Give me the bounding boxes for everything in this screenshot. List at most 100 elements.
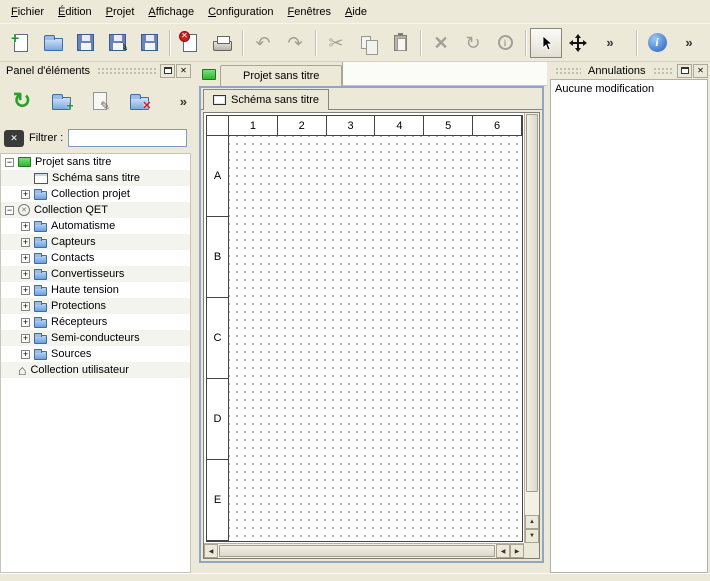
folder-icon — [34, 239, 47, 248]
up-arrow-icon: ▲ — [529, 519, 535, 525]
delete-button[interactable]: ✕ — [425, 28, 457, 58]
edit-element-button[interactable]: ✎ — [84, 85, 116, 117]
chevron-right-icon: » — [685, 35, 692, 50]
expand-icon[interactable]: + — [21, 254, 30, 263]
dock-grip[interactable] — [555, 67, 581, 75]
tree-item-sources[interactable]: + Sources — [1, 346, 190, 362]
save-as-button[interactable]: ✎ — [101, 28, 133, 58]
expand-icon[interactable]: + — [21, 286, 30, 295]
redo-button[interactable]: ↷ — [279, 28, 311, 58]
about-button[interactable]: i — [641, 28, 673, 58]
undo-history-list[interactable]: Aucune modification — [550, 79, 708, 573]
expand-icon[interactable]: + — [21, 238, 30, 247]
close-panel-button[interactable]: ✕ — [176, 64, 191, 78]
qet-collection-icon: ✕ — [18, 204, 30, 216]
elements-panel-titlebar[interactable]: Panel d'éléments ✕ — [0, 62, 193, 79]
print-button[interactable] — [206, 28, 238, 58]
new-file-button[interactable]: + — [5, 28, 37, 58]
tab-schema-sans-titre[interactable]: Schéma sans titre — [203, 89, 329, 110]
select-tool-button[interactable] — [530, 28, 562, 58]
scroll-left-button[interactable]: ◀ — [204, 544, 218, 558]
scrollbar-corner — [524, 543, 539, 558]
save-all-icon — [141, 34, 158, 51]
dock-grip[interactable] — [653, 67, 675, 75]
tree-item-automatisme[interactable]: + Automatisme — [1, 218, 190, 234]
save-as-icon: ✎ — [109, 34, 126, 51]
tree-item-contacts[interactable]: + Contacts — [1, 250, 190, 266]
filter-row: ✕ Filtrer : — [0, 123, 193, 153]
expand-icon[interactable]: + — [21, 334, 30, 343]
tree-item-protections[interactable]: + Protections — [1, 298, 190, 314]
float-panel-button[interactable] — [160, 64, 175, 78]
menu-configuration[interactable]: Configuration — [201, 2, 280, 22]
drawing-canvas[interactable] — [229, 136, 522, 541]
tree-item-capteurs[interactable]: + Capteurs — [1, 234, 190, 250]
scroll-down-button[interactable]: ▼ — [525, 529, 539, 543]
x-red-icon: ✕ — [142, 101, 151, 112]
collapse-icon[interactable]: − — [5, 158, 14, 167]
toolbar-overflow-chevron[interactable]: » — [594, 28, 626, 58]
paste-button[interactable] — [384, 28, 416, 58]
scroll-right-button[interactable]: ▶ — [510, 544, 524, 558]
tree-item-collection-qet[interactable]: − ✕ Collection QET — [1, 202, 190, 218]
collapse-icon[interactable]: − — [5, 206, 14, 215]
elements-panel-title: Panel d'éléments — [2, 65, 94, 77]
new-element-button[interactable]: + — [45, 85, 77, 117]
save-button[interactable] — [69, 28, 101, 58]
vertical-scrollbar[interactable]: ▲ ▼ — [524, 113, 539, 543]
schema-tab-icon — [213, 95, 226, 105]
toolbar-overflow-chevron-2[interactable]: » — [673, 28, 705, 58]
application-window: Fichier Édition Projet Affichage Configu… — [0, 0, 710, 581]
vertical-scrollbar-track[interactable] — [525, 493, 539, 515]
tree-item-convertisseurs[interactable]: + Convertisseurs — [1, 266, 190, 282]
scroll-up-button[interactable]: ▲ — [525, 515, 539, 529]
undo-button[interactable]: ↶ — [247, 28, 279, 58]
menu-affichage[interactable]: Affichage — [141, 2, 201, 22]
copy-button[interactable] — [352, 28, 384, 58]
expand-icon[interactable]: + — [21, 350, 30, 359]
expand-icon[interactable]: + — [21, 302, 30, 311]
tree-item-recepteurs[interactable]: + Récepteurs — [1, 314, 190, 330]
menu-fichier[interactable]: Fichier — [4, 2, 51, 22]
refresh-icon: ↻ — [13, 90, 31, 112]
tab-projet-sans-titre[interactable]: Projet sans titre — [220, 65, 342, 86]
menu-aide[interactable]: Aide — [338, 2, 374, 22]
column-header: 6 — [473, 116, 522, 136]
dock-buttons: ✕ — [160, 64, 191, 78]
vertical-scrollbar-thumb[interactable] — [526, 114, 538, 492]
move-tool-button[interactable] — [562, 28, 594, 58]
tree-item-semi-conducteurs[interactable]: + Semi-conducteurs — [1, 330, 190, 346]
menu-fenetres[interactable]: Fenêtres — [281, 2, 338, 22]
save-all-button[interactable] — [133, 28, 165, 58]
undo-panel-titlebar[interactable]: Annulations ✕ — [550, 62, 710, 79]
filter-input[interactable] — [68, 129, 187, 147]
close-panel-button[interactable]: ✕ — [693, 64, 708, 78]
tree-item-schema-sans-titre[interactable]: Schéma sans titre — [1, 170, 190, 186]
expand-icon[interactable]: + — [21, 318, 30, 327]
horizontal-scrollbar[interactable]: ◀ ◀ ▶ — [204, 543, 524, 558]
close-badge-icon: ✕ — [179, 31, 190, 42]
delete-element-button[interactable]: ✕ — [123, 85, 155, 117]
scroll-left-button-2[interactable]: ◀ — [496, 544, 510, 558]
menu-edition[interactable]: Édition — [51, 2, 99, 22]
tree-item-collection-utilisateur[interactable]: ⌂ Collection utilisateur — [1, 362, 190, 378]
tree-item-collection-projet[interactable]: + Collection projet — [1, 186, 190, 202]
float-panel-button[interactable] — [677, 64, 692, 78]
menu-projet[interactable]: Projet — [99, 2, 142, 22]
close-file-button[interactable]: ✕ — [174, 28, 206, 58]
expand-icon[interactable]: + — [21, 190, 30, 199]
tree-item-projet-sans-titre[interactable]: − Projet sans titre — [1, 154, 190, 170]
expand-icon[interactable]: + — [21, 270, 30, 279]
print-icon — [213, 41, 232, 51]
rotate-button[interactable]: ↻ — [457, 28, 489, 58]
element-info-button[interactable]: i — [489, 28, 521, 58]
horizontal-scrollbar-thumb[interactable] — [219, 545, 495, 557]
dock-grip[interactable] — [97, 67, 157, 75]
open-button[interactable] — [37, 28, 69, 58]
reload-collections-button[interactable]: ↻ — [6, 85, 38, 117]
tree-item-haute-tension[interactable]: + Haute tension — [1, 282, 190, 298]
expand-icon[interactable]: + — [21, 222, 30, 231]
cut-button[interactable]: ✂ — [320, 28, 352, 58]
clear-filter-button[interactable]: ✕ — [4, 130, 24, 147]
elements-toolbar-overflow-chevron[interactable]: » — [180, 94, 187, 109]
